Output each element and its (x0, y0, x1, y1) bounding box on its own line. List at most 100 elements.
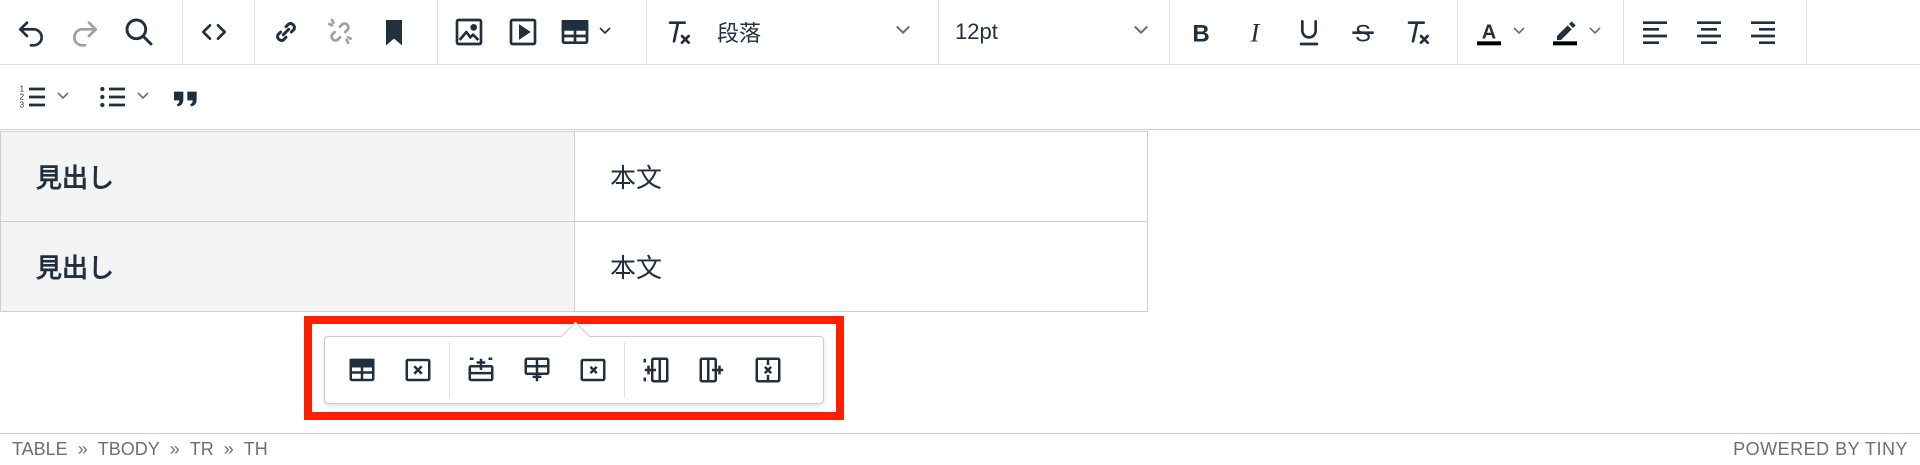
align-right-icon (1751, 21, 1775, 44)
insert-column-after-button[interactable] (684, 342, 740, 398)
delete-row-icon (580, 358, 606, 382)
chevron-down-icon (1511, 22, 1527, 43)
branding-link[interactable]: POWERED BY TINY (1733, 439, 1908, 460)
table-properties-icon (349, 358, 375, 382)
path-separator: » (169, 439, 180, 459)
bullet-list-icon (100, 86, 125, 108)
media-icon (509, 18, 537, 46)
underline-button[interactable] (1282, 5, 1336, 59)
table-row: 見出し 本文 (0, 131, 1148, 222)
find-button[interactable] (112, 5, 166, 59)
bold-icon: B (1192, 20, 1209, 47)
path-separator: » (77, 439, 88, 459)
table-ops-group (331, 342, 450, 398)
chevron-down-icon (893, 19, 913, 45)
svg-text:A: A (1482, 22, 1496, 44)
insert-row-before-button[interactable] (453, 342, 509, 398)
format-group: B I S (1170, 0, 1458, 64)
table-icon (561, 20, 589, 44)
code-group (183, 0, 255, 64)
text-color-button[interactable]: A (1462, 5, 1538, 59)
delete-column-icon (755, 357, 781, 383)
insert-column-before-icon (643, 357, 669, 383)
chevron-down-icon (1131, 19, 1151, 45)
chevron-down-icon (135, 87, 151, 108)
block-format-value: 段落 (717, 21, 762, 46)
redo-icon (73, 21, 97, 47)
link-icon (276, 22, 296, 42)
history-group (0, 0, 183, 64)
redo-button[interactable] (58, 5, 112, 59)
strikethrough-icon: S (1352, 20, 1374, 47)
chevron-down-icon (1587, 22, 1603, 43)
path-item-th[interactable]: TH (244, 439, 268, 460)
color-group: A (1458, 0, 1624, 64)
element-path: TABLE » TBODY » TR » TH (12, 439, 268, 460)
insert-row-after-button[interactable] (509, 342, 565, 398)
align-right-button[interactable] (1736, 5, 1790, 59)
table-button[interactable] (550, 5, 622, 59)
highlight-icon (1553, 21, 1577, 46)
image-button[interactable] (442, 5, 496, 59)
highlight-button[interactable] (1538, 5, 1614, 59)
source-code-button[interactable] (187, 5, 241, 59)
align-left-icon (1643, 21, 1667, 44)
path-item-tr[interactable]: TR (190, 439, 214, 460)
align-center-icon (1697, 21, 1721, 44)
delete-row-button[interactable] (565, 342, 621, 398)
clear-format-button[interactable] (651, 5, 705, 59)
font-size-select[interactable]: 12pt (943, 5, 1163, 59)
remove-format-button[interactable] (1390, 5, 1444, 59)
strikethrough-button[interactable]: S (1336, 5, 1390, 59)
insert-column-before-button[interactable] (628, 342, 684, 398)
media-button[interactable] (496, 5, 550, 59)
table-row: 見出し 本文 (0, 221, 1148, 312)
row-ops-group (450, 342, 625, 398)
insert-column-after-icon (699, 357, 724, 383)
undo-icon (19, 21, 43, 47)
italic-button[interactable]: I (1228, 5, 1282, 59)
table-context-toolbar (324, 321, 824, 404)
italic-icon: I (1250, 17, 1261, 47)
path-item-tbody[interactable]: TBODY (98, 439, 160, 460)
svg-text:3: 3 (20, 101, 25, 110)
table-properties-button[interactable] (334, 342, 390, 398)
path-separator: » (223, 439, 234, 459)
ordered-list-icon: 123 (20, 85, 45, 110)
image-icon (455, 18, 483, 46)
blockquote-button[interactable] (164, 70, 208, 124)
table-body-cell[interactable]: 本文 (574, 131, 1148, 222)
path-item-table[interactable]: TABLE (12, 439, 68, 460)
link-button[interactable] (259, 5, 313, 59)
font-size-group: 12pt (939, 0, 1170, 64)
remove-format-icon (1407, 21, 1429, 44)
block-format-group: 段落 (647, 0, 939, 64)
underline-icon (1299, 20, 1319, 46)
font-size-value: 12pt (955, 19, 998, 44)
bookmark-button[interactable] (367, 5, 421, 59)
unlink-icon (328, 18, 352, 44)
bookmark-icon (386, 20, 402, 46)
table-body-cell[interactable]: 本文 (574, 221, 1148, 312)
block-format-select[interactable]: 段落 (705, 5, 925, 59)
align-group (1624, 0, 1807, 64)
content-table: 見出し 本文 見出し 本文 (0, 131, 1148, 312)
unlink-button[interactable] (313, 5, 367, 59)
align-center-button[interactable] (1682, 5, 1736, 59)
insert-row-before-icon (468, 357, 494, 382)
table-heading-cell[interactable]: 見出し (0, 131, 575, 222)
table-heading-cell[interactable]: 見出し (0, 221, 575, 312)
text-color-icon: A (1477, 22, 1501, 46)
delete-table-button[interactable] (390, 342, 446, 398)
delete-table-icon (405, 358, 431, 382)
undo-button[interactable] (4, 5, 58, 59)
align-left-button[interactable] (1628, 5, 1682, 59)
insert-row-after-icon (524, 357, 550, 382)
toolbar-primary: 段落 12pt B I S A (0, 0, 1920, 65)
delete-column-button[interactable] (740, 342, 796, 398)
bold-button[interactable]: B (1174, 5, 1228, 59)
ordered-list-button[interactable]: 123 (4, 70, 84, 124)
bullet-list-button[interactable] (84, 70, 164, 124)
column-ops-group (625, 342, 799, 398)
insert-group (438, 0, 647, 64)
